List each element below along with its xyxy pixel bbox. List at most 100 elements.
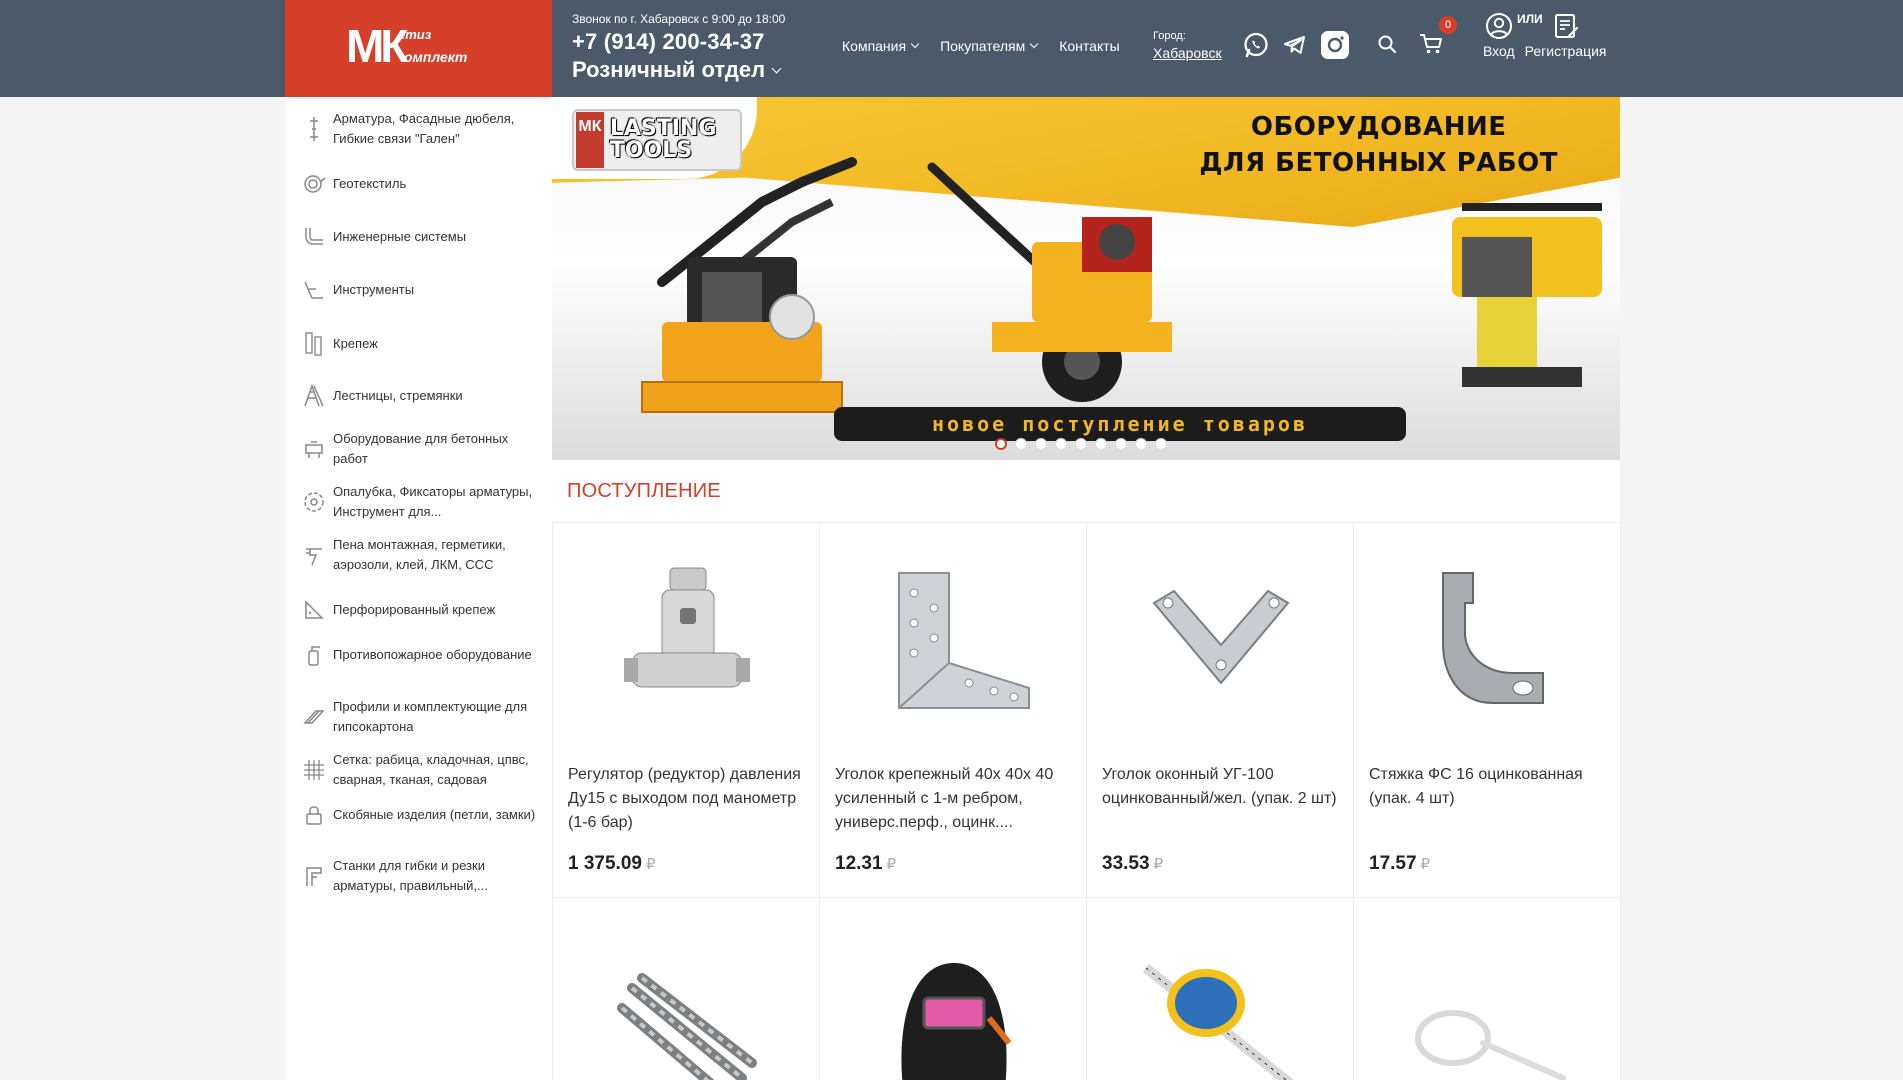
- sidebar-item-foam[interactable]: Пена монтажная, герметики, аэрозоли, кле…: [285, 535, 552, 575]
- cart-count-badge: 0: [1439, 16, 1457, 34]
- search-icon[interactable]: [1377, 34, 1397, 59]
- instagram-icon[interactable]: [1320, 30, 1350, 60]
- price-value: 33.53: [1102, 853, 1150, 874]
- slider-dot[interactable]: [1095, 438, 1107, 450]
- product-image[interactable]: [1354, 523, 1622, 753]
- product-price: 33.53 ₽: [1102, 853, 1163, 875]
- ladder-icon: [285, 384, 333, 408]
- nav-contacts[interactable]: Контакты: [1059, 38, 1119, 54]
- sidebar-item-engineering[interactable]: Инженерные системы: [285, 225, 552, 249]
- social-links: [1242, 30, 1350, 60]
- product-image[interactable]: [553, 523, 821, 753]
- slider-dot[interactable]: [1115, 438, 1127, 450]
- register-link[interactable]: Регистрация: [1525, 12, 1607, 59]
- whatsapp-icon[interactable]: [1242, 31, 1270, 59]
- city-label: Город:: [1153, 30, 1186, 42]
- banner-title-line1: ОБОРУДОВАНИЕ: [1250, 112, 1507, 142]
- product-name[interactable]: Стяжка ФС 16 оцинкованная (упак. 4 шт): [1369, 763, 1609, 811]
- product-image[interactable]: [820, 523, 1088, 753]
- product-name[interactable]: Уголок оконный УГ-100 оцинкованный/жел. …: [1102, 763, 1342, 811]
- product-name[interactable]: Уголок крепежный 40х 40х 40 усиленный с …: [835, 763, 1075, 835]
- product-image[interactable]: [1354, 898, 1622, 1080]
- logo-mark: МК етиз омплект: [346, 23, 491, 75]
- product-image[interactable]: [820, 898, 1088, 1080]
- sidebar-item-label: Пена монтажная, герметики, аэрозоли, кле…: [333, 537, 506, 572]
- product-card[interactable]: Стяжка ФС 16 оцинкованная (упак. 4 шт) 1…: [1353, 522, 1621, 898]
- product-image[interactable]: [1087, 523, 1355, 753]
- product-card[interactable]: [552, 897, 820, 1080]
- sidebar-item-hardware[interactable]: Скобяные изделия (петли, замки): [285, 803, 552, 827]
- register-icon: [1554, 14, 1578, 38]
- product-card[interactable]: [1353, 897, 1621, 1080]
- sidebar-item-label: Оборудование для бетонных работ: [333, 431, 509, 466]
- slider-dot[interactable]: [995, 438, 1007, 450]
- slider-dot[interactable]: [1155, 438, 1167, 450]
- pipe-icon: [285, 225, 333, 249]
- drill-bits-image: [617, 973, 757, 1080]
- product-price: 1 375.09 ₽: [568, 853, 656, 875]
- lasting-mark: МК: [576, 112, 604, 168]
- sidebar-item-machines[interactable]: Станки для гибки и резки арматуры, прави…: [285, 856, 552, 896]
- sidebar-item-label: Опалубка, Фиксаторы арматуры, Инструмент…: [333, 484, 533, 519]
- sidebar-item-tools[interactable]: Инструменты: [285, 278, 552, 302]
- product-price: 12.31 ₽: [835, 853, 896, 875]
- sidebar-item-geotextile[interactable]: Геотекстиль: [285, 172, 552, 196]
- sidebar-item-formwork[interactable]: Опалубка, Фиксаторы арматуры, Инструмент…: [285, 482, 552, 522]
- formwork-icon: [285, 490, 333, 514]
- perforated-icon: [285, 598, 333, 622]
- sidebar-item-label: Инструменты: [333, 282, 415, 297]
- register-label: Регистрация: [1524, 43, 1607, 59]
- fastener-icon: [285, 331, 333, 357]
- department-select[interactable]: Розничный отдел: [572, 57, 785, 83]
- sidebar-item-label: Перфорированный крепеж: [333, 602, 496, 617]
- phone-link[interactable]: +7 (914) 200-34-37: [572, 29, 785, 55]
- product-card[interactable]: Уголок оконный УГ-100 оцинкованный/жел. …: [1086, 522, 1354, 898]
- nav-buyers[interactable]: Покупателям: [940, 38, 1039, 54]
- page: МК етиз омплект Звонок по г. Хабаровск с…: [0, 0, 1903, 1080]
- slider-dot[interactable]: [1135, 438, 1147, 450]
- slider-dot[interactable]: [1015, 438, 1027, 450]
- currency: ₽: [645, 856, 656, 873]
- telegram-icon[interactable]: [1282, 32, 1308, 58]
- sidebar-item-mesh[interactable]: Сетка: рабица, кладочная, цпвс, сварная,…: [285, 750, 552, 790]
- angle-bracket-image: [898, 572, 1030, 709]
- product-card[interactable]: [1086, 897, 1354, 1080]
- slider-dot[interactable]: [1075, 438, 1087, 450]
- slider-dot[interactable]: [1055, 438, 1067, 450]
- sidebar-item-fasteners[interactable]: Крепеж: [285, 331, 552, 357]
- section-title: ПОСТУПЛЕНИЕ: [567, 480, 721, 502]
- login-link[interactable]: Вход: [1483, 12, 1515, 59]
- product-price: 17.57 ₽: [1369, 853, 1430, 875]
- slider-dot[interactable]: [1035, 438, 1047, 450]
- product-card[interactable]: Уголок крепежный 40х 40х 40 усиленный с …: [819, 522, 1087, 898]
- sidebar-item-ladders[interactable]: Лестницы, стремянки: [285, 384, 552, 408]
- rebar-icon: [285, 115, 333, 143]
- product-name[interactable]: Регулятор (редуктор) давления Ду15 с вых…: [568, 763, 808, 835]
- sidebar-item-profiles[interactable]: Профили и комплектующие для гипсокартона: [285, 697, 552, 737]
- sidebar-item-rebar[interactable]: Арматура, Фасадные дюбеля, Гибкие связи …: [285, 109, 552, 149]
- nav-company[interactable]: Компания: [842, 38, 920, 54]
- department-label: Розничный отдел: [572, 57, 766, 82]
- plate-compactor-image: [641, 157, 857, 413]
- product-image[interactable]: [553, 898, 821, 1080]
- logo[interactable]: МК етиз омплект: [285, 0, 552, 97]
- promo-banner[interactable]: МК LASTING TOOLS ОБОРУДОВАНИЕ ДЛЯ БЕТОНН…: [552, 97, 1620, 460]
- currency: ₽: [1153, 856, 1164, 873]
- price-value: 1 375.09: [568, 853, 642, 874]
- fire-icon: [285, 643, 333, 667]
- profile-icon: [285, 705, 333, 729]
- sidebar-item-perforated[interactable]: Перфорированный крепеж: [285, 598, 552, 622]
- product-image[interactable]: [1087, 898, 1355, 1080]
- cart-button[interactable]: 0: [1419, 16, 1457, 60]
- nav-contacts-label: Контакты: [1059, 38, 1120, 54]
- user-icon: [1485, 13, 1512, 39]
- sidebar-item-fire[interactable]: Противопожарное оборудование: [285, 643, 552, 667]
- product-card[interactable]: [819, 897, 1087, 1080]
- concrete-icon: [285, 437, 333, 461]
- header-tools: 0: [1377, 16, 1457, 60]
- sidebar-item-concrete[interactable]: Оборудование для бетонных работ: [285, 429, 552, 469]
- chevron-down-icon: [1029, 39, 1039, 49]
- welding-helmet-image: [901, 963, 1012, 1080]
- city-selector[interactable]: Город: Хабаровск: [1153, 30, 1222, 61]
- product-card[interactable]: Регулятор (редуктор) давления Ду15 с вых…: [552, 522, 820, 898]
